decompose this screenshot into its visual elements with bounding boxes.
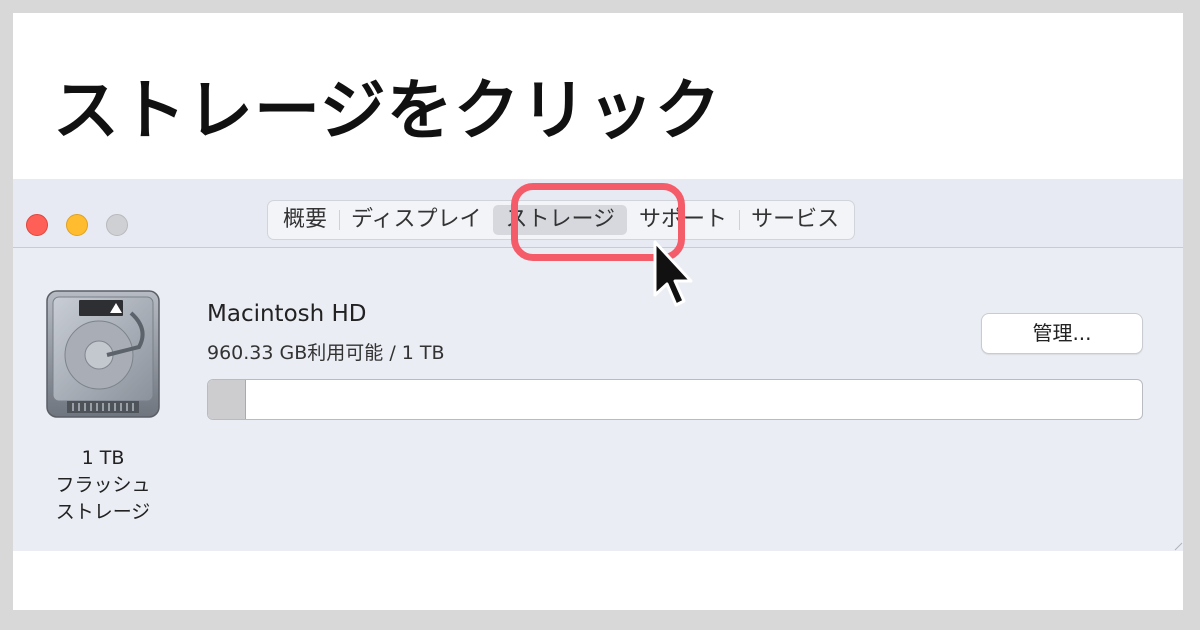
tutorial-card: ストレージをクリック 概要 ディスプレイ ストレージ サポート サービス 1 T…	[13, 13, 1183, 610]
disk-size: 1 TB	[81, 447, 125, 469]
volume-name: Macintosh HD	[207, 301, 367, 327]
zoom-button	[106, 214, 128, 236]
storage-usage-bar	[207, 379, 1143, 420]
close-button[interactable]	[26, 214, 48, 236]
disk-type-line1: フラッシュ	[55, 474, 151, 496]
tab-service[interactable]: サービス	[739, 205, 851, 235]
resize-corner[interactable]	[1173, 541, 1183, 551]
hard-drive-icon	[46, 290, 160, 418]
about-this-mac-window: 概要 ディスプレイ ストレージ サポート サービス 1 TB フラッシュ ストレ…	[13, 179, 1183, 551]
manage-button[interactable]: 管理...	[981, 313, 1143, 354]
disk-type-line2: ストレージ	[55, 501, 151, 523]
storage-usage-fill	[208, 380, 247, 419]
headline: ストレージをクリック	[53, 72, 722, 149]
tab-displays[interactable]: ディスプレイ	[339, 205, 493, 235]
volume-capacity: 960.33 GB利用可能 / 1 TB	[207, 342, 445, 364]
disk-caption: 1 TB フラッシュ ストレージ	[33, 445, 173, 526]
tab-overview[interactable]: 概要	[271, 205, 339, 235]
mouse-pointer-icon	[653, 240, 693, 307]
minimize-button[interactable]	[66, 214, 88, 236]
